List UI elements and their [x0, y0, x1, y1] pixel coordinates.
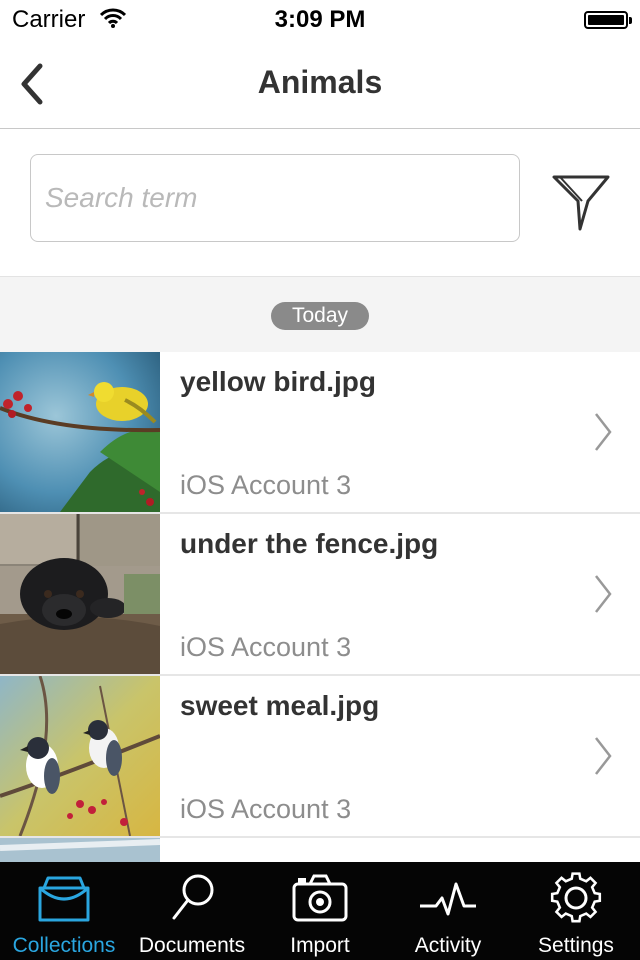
section-header: Today — [0, 277, 640, 352]
list-item[interactable]: under the fence.jpg iOS Account 3 — [0, 514, 640, 676]
item-title: sweet meal.jpg — [180, 690, 380, 721]
battery-icon — [584, 11, 632, 29]
tab-label: Documents — [138, 934, 246, 957]
funnel-icon — [552, 175, 610, 231]
navigation-bar: Animals — [0, 40, 640, 129]
item-subtitle: iOS Account 3 — [180, 794, 352, 824]
section-date-badge: Today — [271, 302, 369, 330]
tab-label: Collections — [12, 934, 116, 957]
tab-settings[interactable]: Settings — [512, 862, 640, 960]
tab-activity[interactable]: Activity — [384, 862, 512, 960]
search-area — [0, 129, 640, 277]
tab-label: Import — [290, 934, 350, 957]
tray-icon — [38, 876, 90, 922]
camera-icon — [292, 874, 348, 922]
list-item[interactable]: yellow bird.jpg iOS Account 3 — [0, 352, 640, 514]
list-item[interactable]: sweet meal.jpg iOS Account 3 — [0, 676, 640, 838]
tab-import[interactable]: Import — [256, 862, 384, 960]
document-list: yellow bird.jpg iOS Account 3 under the … — [0, 352, 640, 868]
tab-bar: Collections Documents Import Activity Se… — [0, 862, 640, 960]
item-title: yellow bird.jpg — [180, 366, 377, 397]
filter-button[interactable] — [550, 171, 614, 235]
page-title: Animals — [257, 64, 383, 100]
tab-label: Settings — [538, 934, 614, 957]
status-time: 3:09 PM — [274, 6, 366, 33]
tab-collections[interactable]: Collections — [0, 862, 128, 960]
gear-icon — [550, 872, 602, 923]
chevron-right-icon — [595, 737, 612, 775]
thumbnail-image — [0, 514, 160, 674]
thumbnail-image — [0, 352, 160, 512]
tab-documents[interactable]: Documents — [128, 862, 256, 960]
item-subtitle: iOS Account 3 — [180, 470, 352, 500]
chevron-right-icon — [595, 575, 612, 613]
status-bar: Carrier 3:09 PM — [0, 0, 640, 40]
pulse-icon — [420, 882, 476, 916]
item-title: under the fence.jpg — [180, 528, 439, 559]
search-input[interactable] — [30, 154, 520, 242]
chevron-right-icon — [595, 413, 612, 451]
item-subtitle: iOS Account 3 — [180, 632, 352, 662]
tab-label: Activity — [414, 934, 482, 957]
search-icon — [172, 874, 214, 920]
thumbnail-image — [0, 676, 160, 836]
